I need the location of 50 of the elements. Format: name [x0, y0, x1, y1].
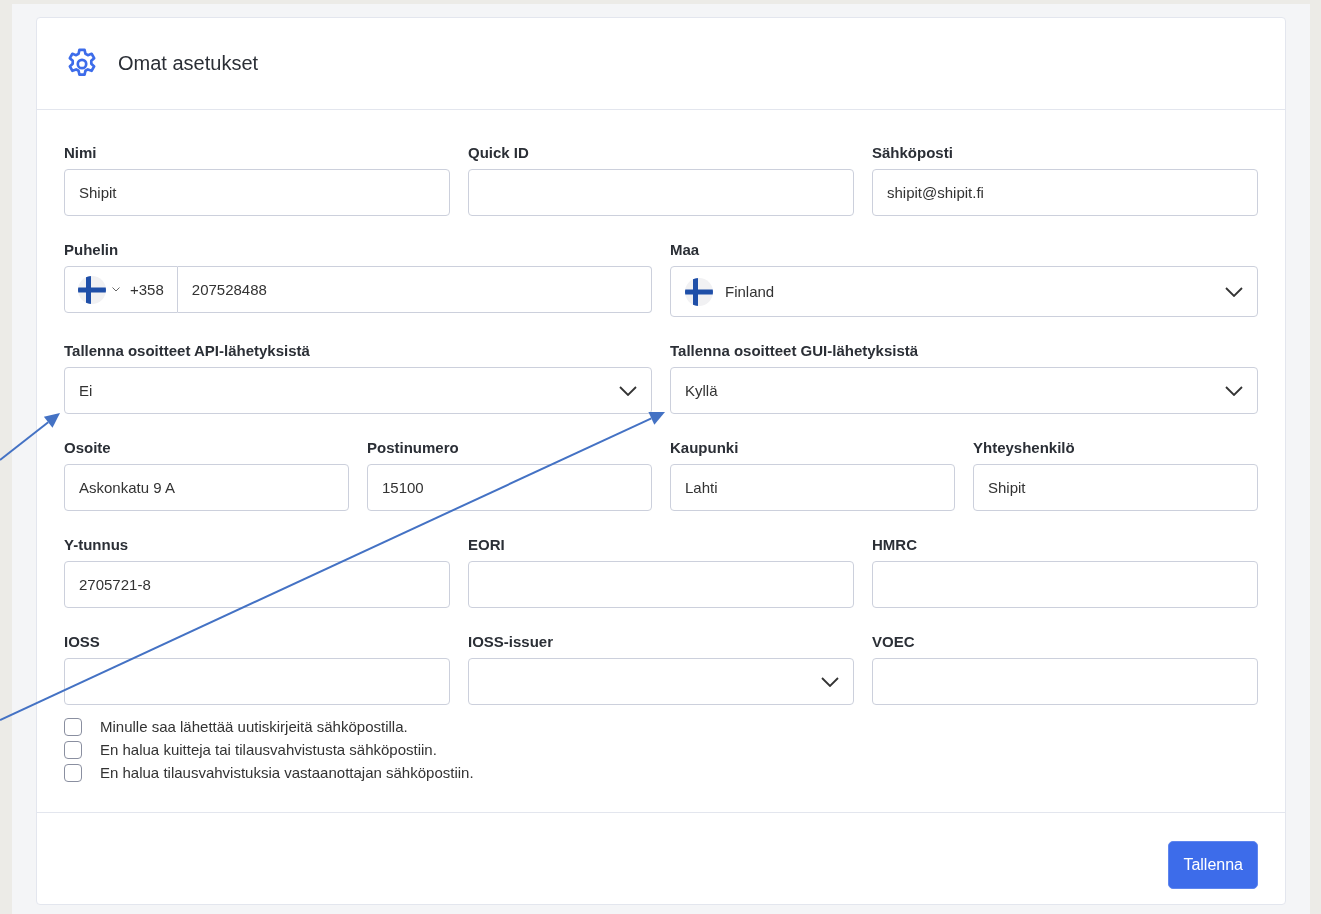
- input-field[interactable]: Shipit: [64, 169, 450, 216]
- input-field[interactable]: Shipit: [973, 464, 1258, 511]
- input-field[interactable]: [64, 658, 450, 705]
- input-field[interactable]: 15100: [367, 464, 652, 511]
- dropdown-field[interactable]: [468, 658, 854, 705]
- input-field[interactable]: 2705721-8: [64, 561, 450, 608]
- dropdown-field[interactable]: Finland: [670, 266, 1258, 317]
- field-label: Yhteyshenkilö: [973, 439, 1076, 457]
- field-label: Nimi: [64, 144, 98, 162]
- input-field[interactable]: [468, 169, 854, 216]
- field-label: EORI: [468, 536, 506, 554]
- field-label: IOSS-issuer: [468, 633, 555, 651]
- input-field[interactable]: [872, 658, 1258, 705]
- checkbox[interactable]: [64, 740, 82, 759]
- checkbox[interactable]: [64, 717, 82, 736]
- checkbox[interactable]: [64, 763, 82, 782]
- card-title: Omat asetukset: [118, 52, 259, 75]
- field-label: Postinumero: [367, 439, 460, 457]
- field-label: Y-tunnus: [64, 536, 130, 554]
- phone-input[interactable]: 207528488: [177, 266, 652, 313]
- field-label: Tallenna osoitteet GUI-lähetyksistä: [670, 342, 920, 360]
- caret-icon: [112, 287, 120, 292]
- dropdown-field[interactable]: Kyllä: [670, 367, 1258, 414]
- field-label: Maa: [670, 241, 701, 259]
- chevron-down-icon: [1225, 385, 1243, 396]
- save-button[interactable]: Tallenna: [1168, 841, 1258, 889]
- finland-flag-icon: [78, 275, 106, 304]
- input-field[interactable]: shipit@shipit.fi: [872, 169, 1258, 216]
- checkbox-label: Minulle saa lähettää uutiskirjeitä sähköpostilla.: [100, 718, 408, 735]
- field-label: Osoite: [64, 439, 112, 457]
- finland-flag-icon: [685, 277, 713, 306]
- field-label: Kaupunki: [670, 439, 740, 457]
- input-field[interactable]: [872, 561, 1258, 608]
- checkbox-label: En halua tilausvahvistuksia vastaanottajan sähköpostiin.: [100, 764, 474, 781]
- input-field[interactable]: [468, 561, 854, 608]
- input-field[interactable]: Lahti: [670, 464, 955, 511]
- country-code-selector[interactable]: +358: [64, 266, 178, 313]
- field-label: Quick ID: [468, 144, 530, 162]
- field-label: VOEC: [872, 633, 916, 651]
- field-label: HMRC: [872, 536, 918, 554]
- checkbox-label: En halua kuitteja tai tilausvahvistusta sähköpostiin.: [100, 741, 437, 758]
- chevron-down-icon: [619, 385, 637, 396]
- field-label: Tallenna osoitteet API-lähetyksistä: [64, 342, 311, 360]
- field-label: Sähköposti: [872, 144, 954, 162]
- chevron-down-icon: [1225, 286, 1243, 297]
- field-label: Puhelin: [64, 241, 120, 259]
- dropdown-field[interactable]: Ei: [64, 367, 652, 414]
- input-field[interactable]: Askonkatu 9 A: [64, 464, 349, 511]
- field-label: IOSS: [64, 633, 101, 651]
- chevron-down-icon: [821, 676, 839, 687]
